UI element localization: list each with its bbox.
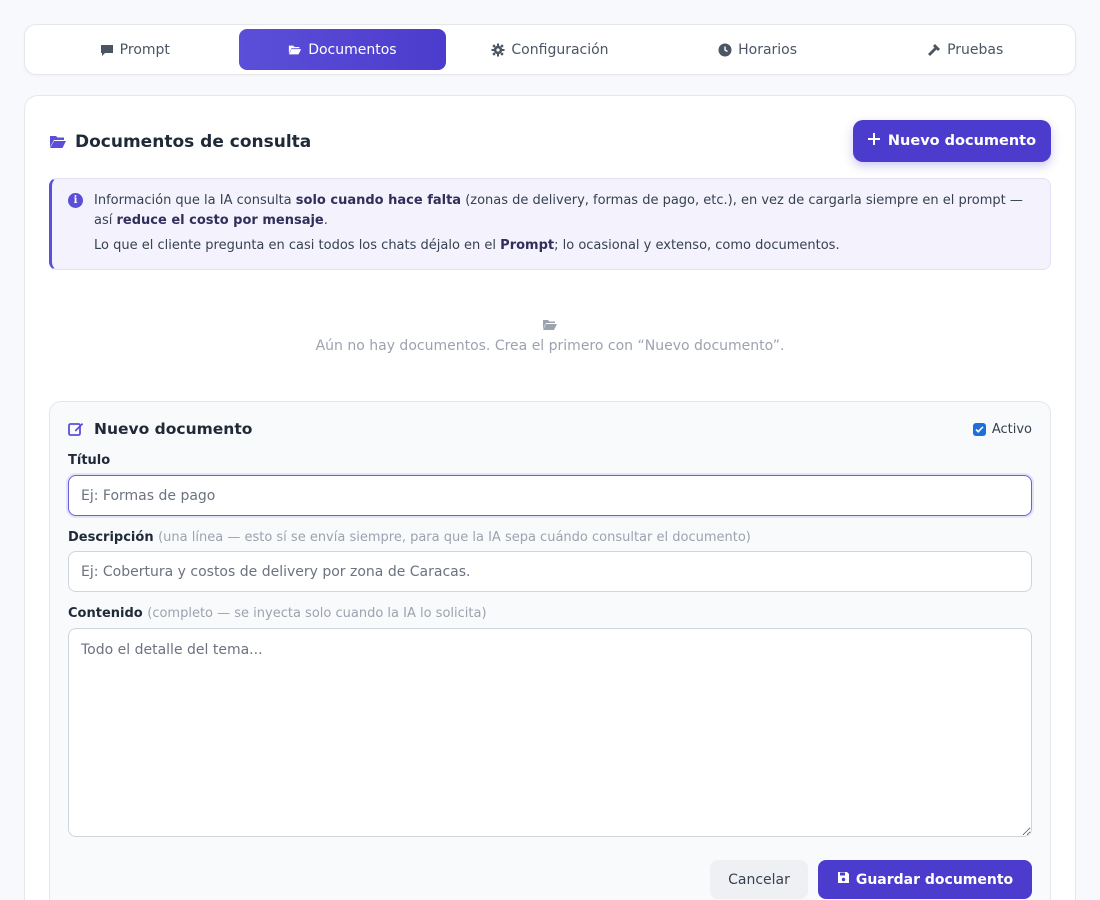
documents-card: Documentos de consulta Nuevo documento i… xyxy=(24,95,1076,900)
tab-configuracion[interactable]: Configuración xyxy=(446,29,654,70)
info-line-2: Lo que el cliente pregunta en casi todos… xyxy=(94,238,840,253)
tab-label: Pruebas xyxy=(947,41,1004,58)
info-icon: i xyxy=(68,193,83,208)
form-title: Nuevo documento xyxy=(68,420,252,438)
folder-open-icon xyxy=(49,134,67,150)
tab-horarios[interactable]: Horarios xyxy=(654,29,862,70)
cancel-button[interactable]: Cancelar xyxy=(710,860,808,899)
save-icon xyxy=(837,871,850,888)
gear-icon xyxy=(491,43,505,57)
contenido-label: Contenido (completo — se inyecta solo cu… xyxy=(68,606,487,621)
comment-icon xyxy=(100,43,114,57)
descripcion-input[interactable] xyxy=(68,551,1032,592)
empty-state: Aún no hay documentos. Crea el primero c… xyxy=(49,318,1051,354)
page-title: Documentos de consulta xyxy=(49,132,311,152)
tab-pruebas[interactable]: Pruebas xyxy=(861,29,1069,70)
folder-open-icon xyxy=(542,318,558,332)
clock-icon xyxy=(718,43,732,57)
empty-state-text: Aún no hay documentos. Crea el primero c… xyxy=(315,338,785,354)
contenido-textarea[interactable] xyxy=(68,628,1032,837)
tab-prompt[interactable]: Prompt xyxy=(31,29,239,70)
tab-bar: Prompt Documentos Configuración Horarios… xyxy=(24,24,1076,75)
active-checkbox[interactable] xyxy=(972,423,986,436)
tab-label: Configuración xyxy=(511,41,609,58)
hammer-icon xyxy=(927,43,941,57)
folder-open-icon xyxy=(288,43,302,57)
new-document-form: Nuevo documento Activo Título Descripció… xyxy=(49,401,1051,900)
new-document-button[interactable]: Nuevo documento xyxy=(853,120,1051,162)
plus-icon xyxy=(867,133,880,149)
save-document-button[interactable]: Guardar documento xyxy=(818,860,1032,899)
titulo-label: Título xyxy=(68,453,111,468)
titulo-input[interactable] xyxy=(68,475,1032,516)
info-box: i Información que la IA consulta solo cu… xyxy=(49,178,1051,270)
tab-label: Documentos xyxy=(308,41,397,58)
tab-label: Horarios xyxy=(738,41,798,58)
tab-documentos[interactable]: Documentos xyxy=(238,29,447,70)
descripcion-label: Descripción (una línea — esto sí se enví… xyxy=(68,530,751,545)
tab-label: Prompt xyxy=(119,41,170,58)
info-line-1: Información que la IA consulta solo cuan… xyxy=(94,193,1023,228)
edit-icon xyxy=(68,421,84,437)
active-toggle[interactable]: Activo xyxy=(972,422,1032,437)
